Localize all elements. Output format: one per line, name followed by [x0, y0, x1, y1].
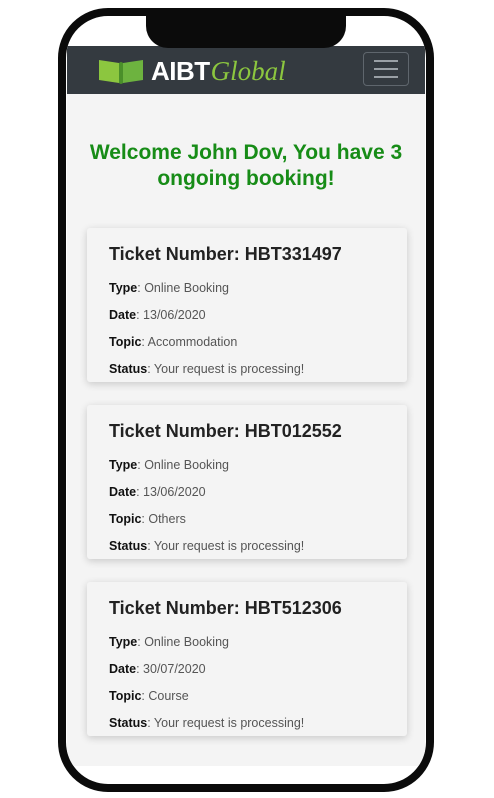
hamburger-menu-icon	[374, 60, 398, 62]
ticket-card[interactable]: Ticket Number: HBT331497 Type: Online Bo…	[87, 228, 407, 382]
ticket-status-row: Status: Your request is processing!	[109, 714, 387, 741]
status-label: Status	[109, 539, 148, 553]
app-screen: AIBT Global Welcome John Dov, You have 3…	[67, 46, 425, 766]
ticket-card[interactable]: Ticket Number: HBT512306 Type: Online Bo…	[87, 582, 407, 736]
ticket-number: Ticket Number: HBT512306	[109, 598, 342, 618]
phone-frame: AIBT Global Welcome John Dov, You have 3…	[58, 8, 434, 792]
ticket-number: Ticket Number: HBT331497	[109, 244, 342, 264]
type-label: Type	[109, 281, 138, 295]
phone-notch	[146, 16, 346, 48]
brand-secondary: Global	[210, 55, 286, 86]
brand-logo[interactable]: AIBT Global	[97, 54, 286, 88]
date-label: Date	[109, 308, 137, 322]
date-label: Date	[109, 662, 137, 676]
type-value: : Online Booking	[137, 281, 229, 295]
status-value: : Your request is processing!	[147, 716, 305, 730]
ticket-topic-row: Topic: Others	[109, 510, 387, 537]
topic-label: Topic	[109, 335, 142, 349]
topic-label: Topic	[109, 689, 142, 703]
type-label: Type	[109, 458, 138, 472]
status-value: : Your request is processing!	[147, 539, 305, 553]
status-label: Status	[109, 362, 148, 376]
topic-value: : Others	[141, 512, 186, 526]
type-value: : Online Booking	[137, 635, 229, 649]
topic-value: : Course	[141, 689, 189, 703]
welcome-heading: Welcome John Dov, You have 3 ongoing boo…	[89, 141, 403, 190]
navbar: AIBT Global	[67, 46, 425, 94]
type-value: : Online Booking	[137, 458, 229, 472]
date-value: : 13/06/2020	[136, 308, 206, 322]
date-value: : 30/07/2020	[136, 662, 206, 676]
status-label: Status	[109, 716, 148, 730]
date-value: : 13/06/2020	[136, 485, 206, 499]
ticket-date-row: Date: 30/07/2020	[109, 660, 387, 687]
hamburger-menu-icon-line	[374, 76, 398, 78]
leaf-logo-icon	[99, 60, 143, 84]
ticket-date-row: Date: 13/06/2020	[109, 483, 387, 510]
status-value: : Your request is processing!	[147, 362, 305, 376]
ticket-type-row: Type: Online Booking	[109, 633, 387, 660]
hamburger-menu-button[interactable]	[363, 52, 409, 86]
ticket-topic-row: Topic: Course	[109, 687, 387, 714]
brand-primary: AIBT	[151, 55, 210, 86]
ticket-status-row: Status: Your request is processing!	[109, 360, 387, 387]
ticket-status-row: Status: Your request is processing!	[109, 537, 387, 564]
hamburger-menu-icon-line	[374, 68, 398, 70]
ticket-date-row: Date: 13/06/2020	[109, 306, 387, 333]
ticket-type-row: Type: Online Booking	[109, 279, 387, 306]
topic-value: : Accommodation	[141, 335, 238, 349]
date-label: Date	[109, 485, 137, 499]
topic-label: Topic	[109, 512, 142, 526]
ticket-card[interactable]: Ticket Number: HBT012552 Type: Online Bo…	[87, 405, 407, 559]
type-label: Type	[109, 635, 138, 649]
ticket-topic-row: Topic: Accommodation	[109, 333, 387, 360]
ticket-number: Ticket Number: HBT012552	[109, 421, 342, 441]
ticket-type-row: Type: Online Booking	[109, 456, 387, 483]
